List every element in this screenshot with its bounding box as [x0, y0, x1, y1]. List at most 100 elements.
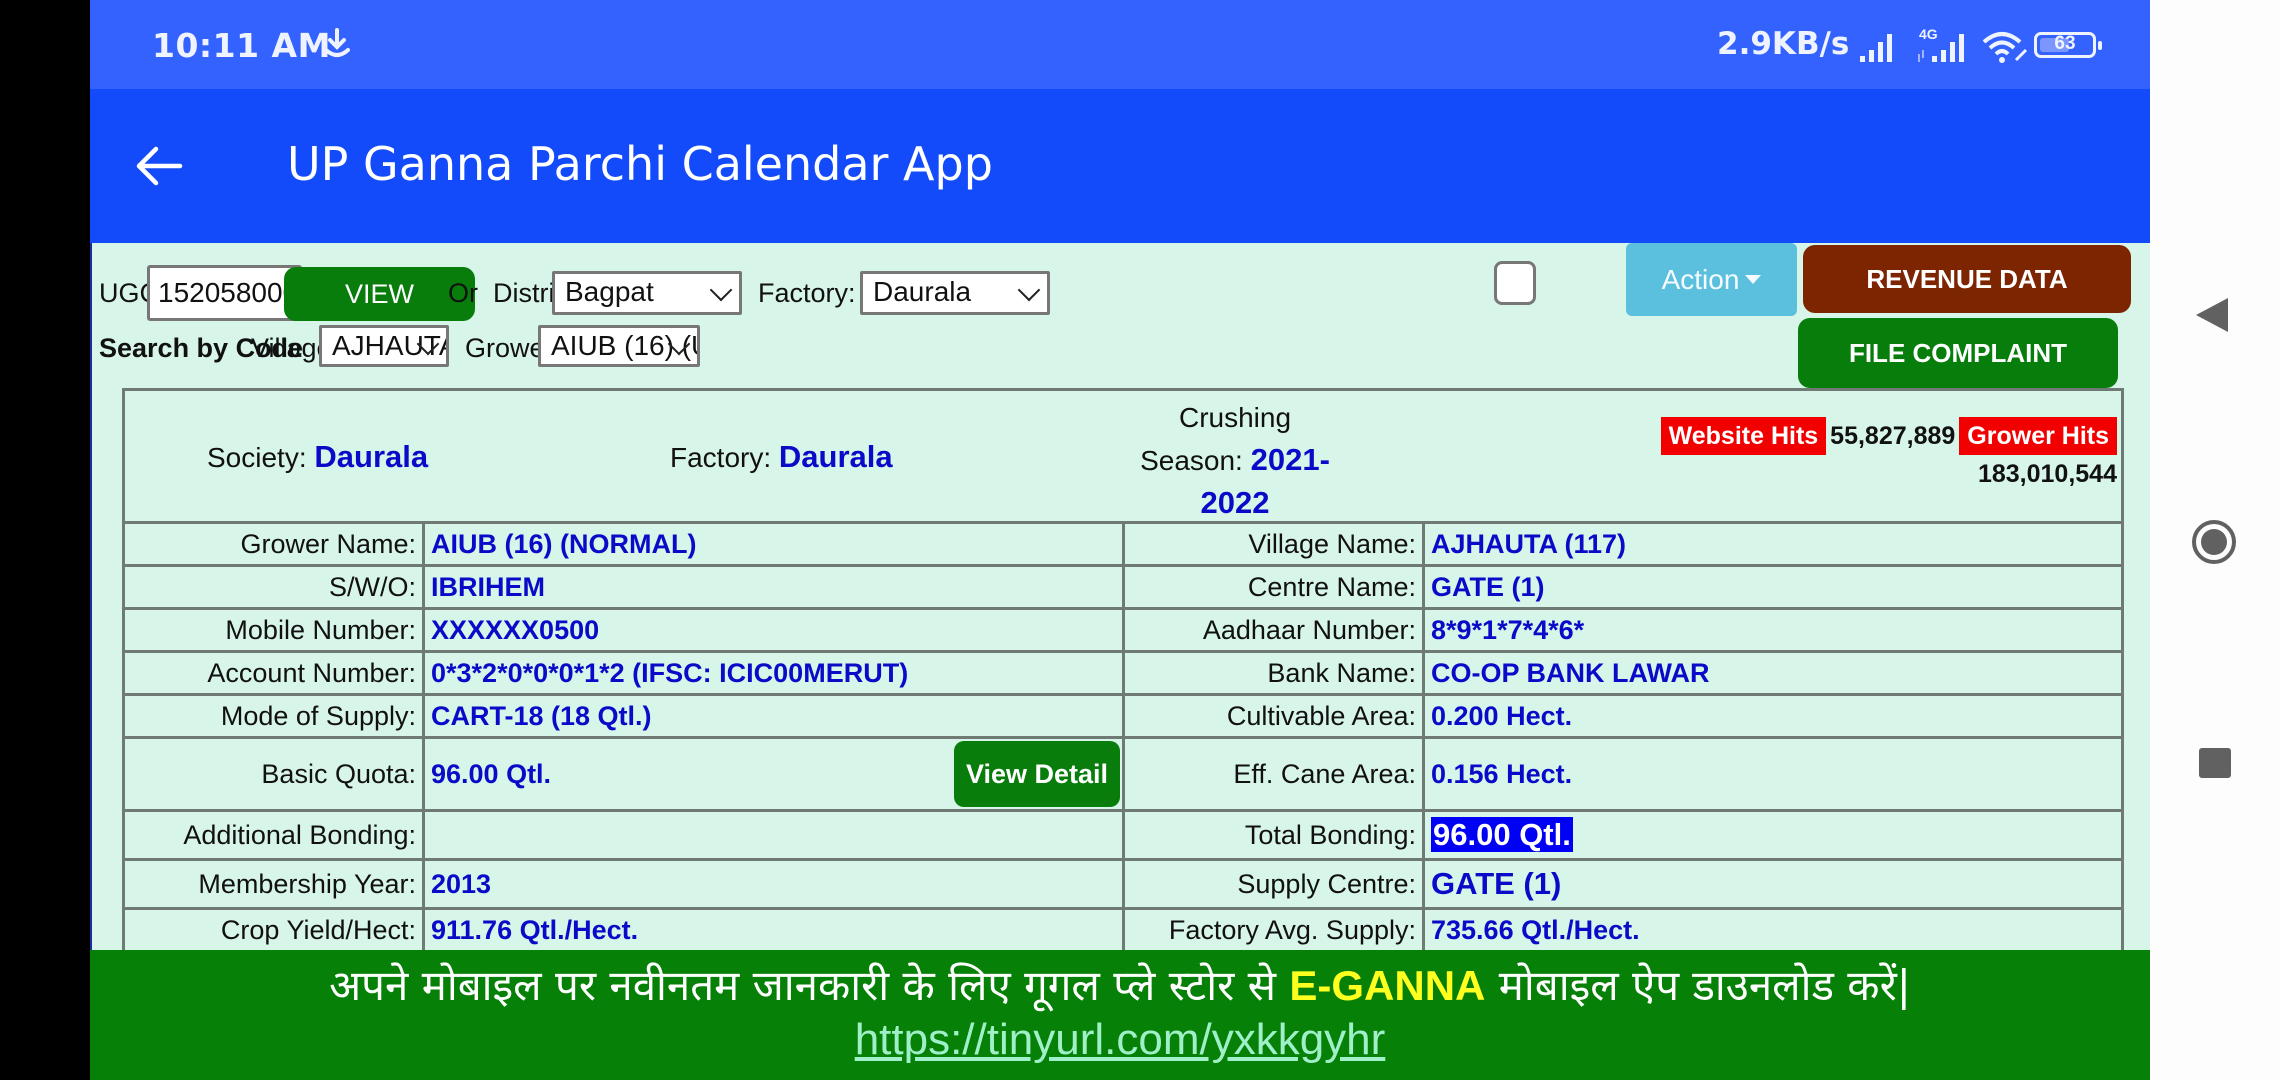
status-time: 10:11 AM: [152, 26, 331, 65]
grower-select[interactable]: AIUB (16) (UG(: [538, 325, 700, 367]
view-button[interactable]: VIEW: [284, 267, 475, 321]
table-row: Basic Quota: 96.00 Qtl. View Detail Eff.…: [122, 736, 2124, 812]
swo-label: S/W/O:: [122, 564, 425, 610]
factory-info-label: Factory:: [670, 442, 772, 473]
promo-text-after: मोबाइल ऐप डाउनलोड करें|: [1485, 961, 1911, 1010]
basic-quota-cell: 96.00 Qtl. View Detail: [422, 736, 1125, 812]
hits-counter: Website Hits 55,827,889 Grower Hits 183,01…: [1657, 417, 2117, 493]
download-icon: [324, 28, 350, 57]
revenue-data-button[interactable]: REVENUE DATA: [1803, 245, 2131, 313]
table-row: Mobile Number: XXXXXX0500 Aadhaar Number…: [122, 607, 2124, 653]
cultivable-area-label: Cultivable Area:: [1122, 693, 1425, 739]
factory-select[interactable]: Daurala: [860, 271, 1050, 315]
network-speed: 2.9KB/s: [1717, 26, 1850, 62]
total-bonding-cell: 96.00 Qtl.: [1422, 809, 2124, 861]
ugc-input[interactable]: [147, 265, 302, 321]
factory-avg-supply-value: 735.66 Qtl./Hect.: [1422, 907, 2124, 953]
mobile-number-label: Mobile Number:: [122, 607, 425, 653]
grower-hits-value: 183,010,544: [1977, 460, 2117, 488]
grower-name-value: AIUB (16) (NORMAL): [422, 521, 1125, 567]
centre-name-label: Centre Name:: [1122, 564, 1425, 610]
crop-yield-label: Crop Yield/Hect:: [122, 907, 425, 953]
table-row: S/W/O: IBRIHEM Centre Name: GATE (1): [122, 564, 2124, 610]
system-nav-bar: [2150, 0, 2280, 1080]
header-row: Society: Daurala Factory: Daurala Crushi…: [122, 388, 2124, 524]
promo-link[interactable]: https://tinyurl.com/yxkkgyhr: [855, 1015, 1386, 1065]
phone-screen: 10:11 AM 2.9KB/s 4G 63 UP Ganna Parchi C…: [90, 0, 2150, 1080]
grower-info-table: Society: Daurala Factory: Daurala Crushi…: [122, 388, 2124, 953]
society-value: Daurala: [314, 439, 429, 474]
bank-name-label: Bank Name:: [1122, 650, 1425, 696]
supply-centre-value: GATE (1): [1422, 858, 2124, 910]
society-label: Society:: [207, 442, 307, 473]
season-label-1: Crushing: [1178, 402, 1292, 433]
crop-yield-value: 911.76 Qtl./Hect.: [422, 907, 1125, 953]
total-bonding-value: 96.00 Qtl.: [1431, 817, 1573, 852]
battery-icon: 63: [2034, 32, 2102, 58]
swo-value: IBRIHEM: [422, 564, 1125, 610]
nav-home-icon[interactable]: [2192, 520, 2236, 564]
village-name-label: Village Name:: [1122, 521, 1425, 567]
district-selected: Bagpat: [565, 276, 654, 307]
factory-label: Factory:: [758, 278, 856, 308]
back-arrow-icon[interactable]: [134, 141, 184, 191]
website-hits-value: 55,827,889: [1830, 422, 1956, 450]
cellular-signal-icon: [1918, 34, 1964, 62]
caret-down-icon: [1745, 275, 1762, 284]
file-complaint-button[interactable]: FILE COMPLAINT: [1798, 318, 2118, 388]
village-select[interactable]: AJHAUTA: [319, 325, 449, 367]
signal-icon: [1860, 34, 1892, 62]
eff-cane-area-label: Eff. Cane Area:: [1122, 736, 1425, 812]
season-value-1: 2021-: [1250, 442, 1330, 477]
basic-quota-value: 96.00 Qtl.: [431, 758, 552, 789]
aadhaar-number-value: 8*9*1*7*4*6*: [1422, 607, 2124, 653]
district-select[interactable]: Bagpat: [552, 271, 742, 315]
promo-banner: अपने मोबाइल पर नवीनतम जानकारी के लिए गूग…: [90, 950, 2150, 1080]
season-label-2: Season:: [1140, 445, 1243, 476]
basic-quota-label: Basic Quota:: [122, 736, 425, 812]
factory-selected: Daurala: [873, 276, 972, 307]
village-name-value: AJHAUTA (117): [1422, 521, 2124, 567]
aadhaar-number-label: Aadhaar Number:: [1122, 607, 1425, 653]
account-number-value: 0*3*2*0*0*0*1*2 (IFSC: ICIC00MERUT): [422, 650, 1125, 696]
nav-recents-icon[interactable]: [2199, 748, 2231, 778]
table-row: Mode of Supply: CART-18 (18 Qtl.) Cultiv…: [122, 693, 2124, 739]
crushing-season: Crushing Season: 2021- 2022: [1140, 397, 1330, 524]
additional-bonding-label: Additional Bonding:: [122, 809, 425, 861]
promo-text-before: अपने मोबाइल पर नवीनतम जानकारी के लिए गूग…: [329, 961, 1290, 1010]
table-row: Additional Bonding: Total Bonding: 96.00…: [122, 809, 2124, 861]
mode-of-supply-value: CART-18 (18 Qtl.): [422, 693, 1125, 739]
app-title: UP Ganna Parchi Calendar App: [287, 137, 993, 191]
main-content: UGC: VIEW Or District: Bagpat Factory: D…: [90, 243, 2150, 953]
factory-info-value: Daurala: [778, 439, 893, 474]
membership-year-value: 2013: [422, 858, 1125, 910]
battery-level: 63: [2054, 33, 2076, 54]
factory-avg-supply-label: Factory Avg. Supply:: [1122, 907, 1425, 953]
table-row: Account Number: 0*3*2*0*0*0*1*2 (IFSC: I…: [122, 650, 2124, 696]
grower-hits-badge: Grower Hits: [1959, 417, 2117, 455]
eff-cane-area-value: 0.156 Hect.: [1422, 736, 2124, 812]
table-row: Crop Yield/Hect: 911.76 Qtl./Hect. Facto…: [122, 907, 2124, 953]
header-cell: Society: Daurala Factory: Daurala Crushi…: [122, 388, 2124, 524]
status-bar: 10:11 AM 2.9KB/s 4G 63: [90, 0, 2150, 89]
centre-name-value: GATE (1): [1422, 564, 2124, 610]
membership-year-label: Membership Year:: [122, 858, 425, 910]
additional-bonding-value: [422, 809, 1125, 861]
view-detail-button[interactable]: View Detail: [954, 741, 1120, 807]
table-row: Membership Year: 2013 Supply Centre: GAT…: [122, 858, 2124, 910]
website-hits-badge: Website Hits: [1660, 417, 1827, 455]
action-dropdown-button[interactable]: Action: [1626, 243, 1797, 316]
chevron-down-icon: [1017, 278, 1041, 302]
season-value-2: 2022: [1200, 485, 1270, 520]
action-label: Action: [1661, 263, 1740, 295]
chevron-down-icon: [709, 278, 733, 302]
checkbox[interactable]: [1494, 261, 1536, 305]
supply-centre-label: Supply Centre:: [1122, 858, 1425, 910]
bank-name-value: CO-OP BANK LAWAR: [1422, 650, 2124, 696]
account-number-label: Account Number:: [122, 650, 425, 696]
mode-of-supply-label: Mode of Supply:: [122, 693, 425, 739]
table-row: Grower Name: AIUB (16) (NORMAL) Village …: [122, 521, 2124, 567]
factory-info: Factory: Daurala: [670, 439, 893, 475]
nav-back-icon[interactable]: [2196, 298, 2228, 332]
promo-message: अपने मोबाइल पर नवीनतम जानकारी के लिए गूग…: [90, 956, 2150, 1013]
